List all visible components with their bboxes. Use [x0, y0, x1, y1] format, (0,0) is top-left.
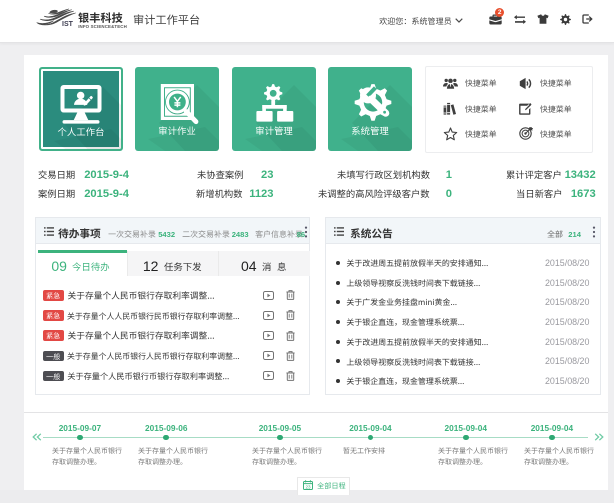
svg-text:23: 23	[305, 485, 311, 490]
